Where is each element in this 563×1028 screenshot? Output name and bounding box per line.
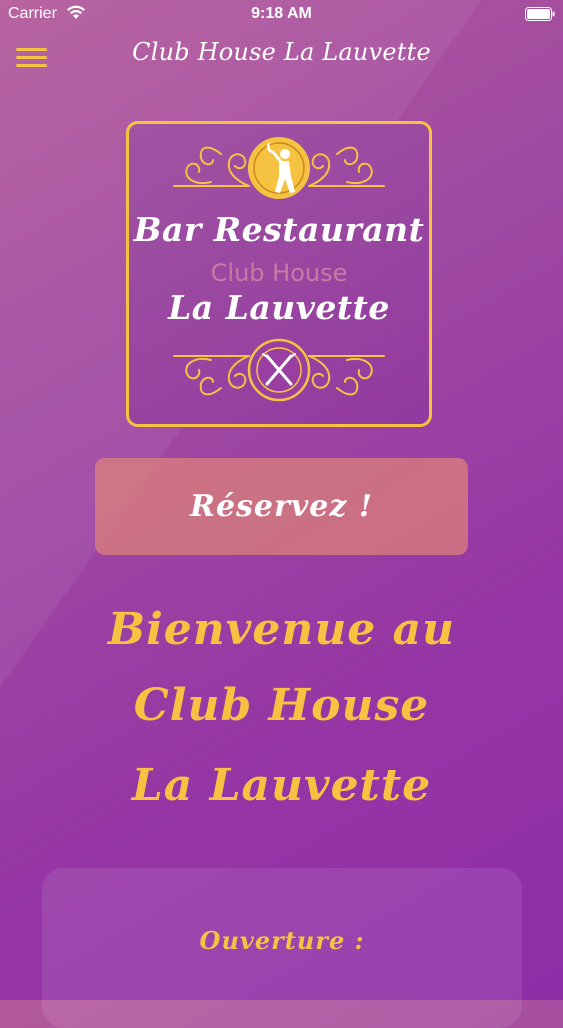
status-bar: Carrier 9:18 AM	[0, 0, 563, 30]
status-time: 9:18 AM	[251, 5, 312, 22]
logo-name-line: La Lauvette	[168, 288, 390, 327]
reserve-button-label: Réservez !	[190, 489, 373, 524]
welcome-heading-line1: Bienvenue au	[107, 604, 456, 655]
opening-hours-heading: Ouverture :	[199, 926, 365, 955]
opening-hours-card: Ouverture :	[42, 868, 522, 1028]
hamburger-menu-icon[interactable]	[14, 42, 50, 72]
logo-subtitle-line: Club House	[210, 259, 348, 287]
battery-icon	[525, 7, 555, 21]
nav-title: Club House La Lauvette	[132, 38, 431, 66]
reserve-button[interactable]: Réservez !	[95, 458, 468, 555]
welcome-heading-line2: Club House	[133, 680, 430, 731]
logo-title-line: Bar Restaurant	[133, 210, 425, 249]
restaurant-logo: Bar Restaurant Club House La Lauvette	[126, 121, 432, 427]
welcome-heading-line3: La Lauvette	[131, 760, 432, 811]
